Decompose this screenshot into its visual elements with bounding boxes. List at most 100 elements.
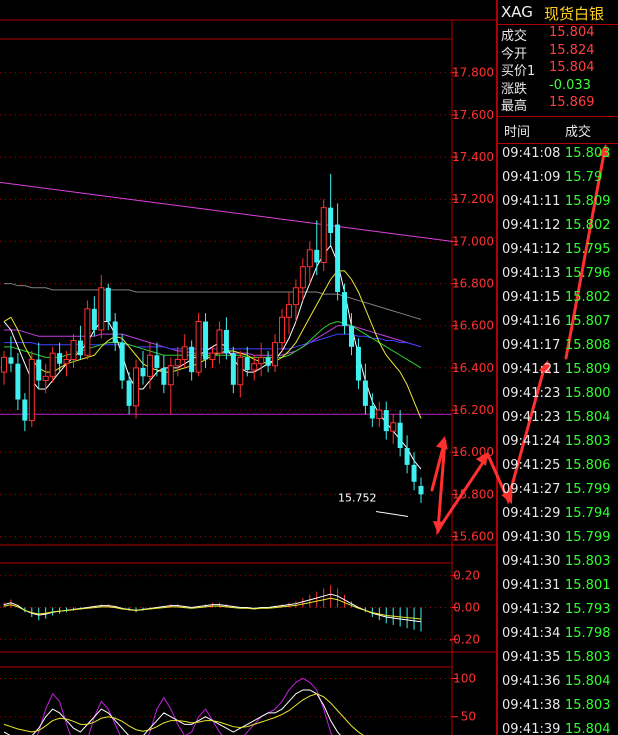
tick-row: 09:41:32 15.793 [498,599,618,622]
candle-body [22,399,28,421]
tick-time: 09:41:15 [502,290,561,305]
candle-body [342,292,348,326]
low-price-pointer [375,511,409,518]
tick-time: 09:41:08 [502,146,561,161]
ticks-header: 时间 成交 [498,116,618,144]
tick-time: 09:41:23 [502,386,561,401]
candle-body [28,358,35,422]
tick-price: 15.801 [565,578,611,593]
candle-body [181,346,188,360]
candle-body [362,380,368,406]
kdj-k-line [3,689,341,735]
candle-body [140,367,146,377]
tick-price: 15.800 [565,386,611,401]
tick-row: 09:41:15 15.802 [498,287,618,310]
tick-price: 15.808 [565,338,611,353]
tick-time: 09:41:31 [502,578,561,593]
candle-body [8,357,14,364]
arrow-head-icon [435,436,448,450]
tick-list[interactable]: 09:41:08 15.803 09:41:09 15.79 09:41:11 15.80… [498,143,618,735]
ma-gray-line [4,283,422,320]
candle-body [146,354,153,377]
candle-body [112,321,118,343]
kdj-tick-label: 50 [461,710,476,724]
candle-body [285,304,292,318]
candle-body [265,357,271,366]
price-axis: 17.800 17.600 17.400 17.200 17.000 16.800 16.6… [338,66,494,724]
candle-body [349,325,354,347]
candle-body [126,380,132,406]
quote-value: 15.804 [549,60,595,76]
candle-body [49,352,56,377]
tick-time: 09:41:21 [502,362,561,377]
candle-body [1,356,7,373]
candle-body [244,357,250,371]
candle-body [335,224,341,292]
tick-time: 09:41:09 [502,170,561,185]
price-tick-label: 17.000 [452,234,494,248]
candle-body [91,308,97,330]
tick-row: 09:41:36 15.804 [498,671,618,694]
quote-row: 成交 15.804 [498,25,618,44]
candle-body [15,363,21,400]
tick-row: 09:41:38 15.803 [498,695,618,718]
tick-price: 15.793 [565,602,611,617]
tick-price: 15.795 [565,242,611,257]
tick-price: 15.802 [565,218,611,233]
candle-body [390,422,397,432]
macd-panel [3,585,422,632]
tick-price: 15.807 [565,314,611,329]
candle-body [272,342,279,367]
price-tick-label: 17.200 [452,192,494,206]
tick-price: 15.803 [565,146,611,161]
trend-line [0,181,453,242]
tick-price: 15.804 [565,674,611,689]
tick-row: 09:41:08 15.803 [498,143,618,166]
tick-time: 09:41:12 [502,218,561,233]
tick-time: 09:41:29 [502,506,561,521]
arrow-head-icon [432,520,446,534]
candle-body [355,346,361,381]
candle-body [237,356,244,386]
quote-panel: XAG 现货白银 成交 15.804 今开 15.824 买价1 15.804 涨跌 -0.0… [498,0,618,735]
candle-body [404,448,410,465]
tick-time: 09:41:17 [502,338,561,353]
low-price-label: 15.752 [338,492,377,505]
candle-body [279,316,285,344]
tick-row: 09:41:39 15.804 [498,719,618,735]
candle-body [328,207,334,233]
tick-time: 09:41:25 [502,458,561,473]
tick-row: 09:41:30 15.799 [498,527,618,550]
candle-body [42,375,49,382]
tick-row: 09:41:17 15.808 [498,335,618,358]
tick-price: 15.804 [565,722,611,735]
tick-price: 15.809 [565,362,611,377]
candle-body [154,355,160,368]
tick-price: 15.794 [565,506,611,521]
tick-price: 15.799 [565,530,611,545]
instrument-name: 现货白银 [544,5,605,23]
ticks-header-time: 时间 [504,125,531,140]
quote-label: 买价1 [501,64,536,80]
quote-row: 买价1 15.804 [498,60,618,80]
tick-row: 09:41:27 15.799 [498,479,618,502]
tick-time: 09:41:12 [502,242,561,257]
tick-time: 09:41:24 [502,434,561,449]
quote-value: 15.824 [549,42,595,58]
candle-body [369,405,375,419]
tick-price: 15.804 [565,410,611,425]
tick-row: 09:41:23 15.800 [498,383,618,406]
candles-group [1,173,424,503]
tick-row: 09:41:11 15.809 [498,191,618,214]
quote-label: 最高 [501,99,528,115]
candle-body [189,346,195,373]
quote-row: 涨跌 -0.033 [498,78,618,97]
candle-body [306,249,313,268]
tick-time: 09:41:32 [502,602,561,617]
macd-tick-label: 0.00 [453,601,480,615]
price-tick-label: 16.600 [452,319,494,333]
quote-label: 今开 [501,46,528,62]
candle-body [230,353,236,385]
tick-price: 15.806 [565,458,611,473]
candle-body [98,287,105,331]
